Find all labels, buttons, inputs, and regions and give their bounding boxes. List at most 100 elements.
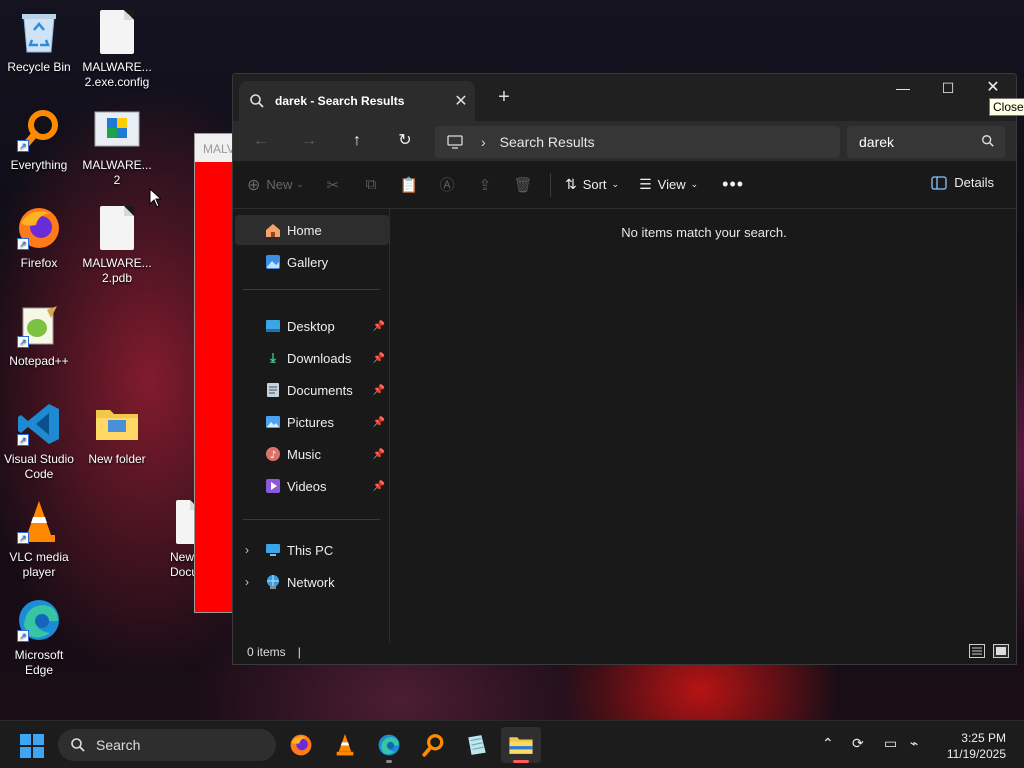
more-options-icon[interactable]: ••• [722,174,744,195]
music-icon: ♪ [265,446,281,462]
copy-icon[interactable]: ⧉ [352,176,390,193]
nav-item-desktop[interactable]: Desktop 📌 [235,311,389,341]
pin-icon[interactable]: 📌 [373,417,385,428]
nav-item-network[interactable]: › Network [235,567,389,597]
desktop-icon-recycle-bin[interactable]: Recycle Bin [0,8,78,75]
pin-icon[interactable]: 📌 [373,353,385,364]
taskbar-edge[interactable] [369,727,409,763]
nav-item-label: Documents [287,382,353,398]
desktop-icon-vscode[interactable]: ↗ Visual Studio Code [0,400,78,482]
nav-item-pictures[interactable]: Pictures 📌 [235,407,389,437]
desktop-icon-malware-pdb[interactable]: MALWARE... 2.pdb [78,204,156,286]
pin-icon[interactable]: 📌 [373,385,385,396]
taskbar-notepadpp[interactable] [457,727,497,763]
sort-button[interactable]: ⇅ Sort ⌄ [565,176,619,193]
clock-time: 3:25 PM [961,731,1006,745]
everything-search-icon [422,734,444,757]
search-icon[interactable] [981,134,995,148]
tab-search-results[interactable]: darek - Search Results ✕ [239,81,475,121]
start-button[interactable] [19,733,45,759]
details-button[interactable]: Details [931,175,994,190]
installer-icon [93,106,141,154]
monitor-icon [447,135,463,149]
nav-item-label: Home [287,222,322,238]
cut-icon[interactable]: ✂ [314,176,352,194]
network-disconnected-icon[interactable]: ⌁ [910,735,918,752]
nav-item-gallery[interactable]: Gallery [235,247,389,277]
nav-item-label: Videos [287,478,327,494]
desktop-icon-notepadpp[interactable]: ↗ Notepad++ [0,302,78,369]
chevron-right-icon[interactable]: › [245,575,249,589]
new-tab-button[interactable]: + [491,86,517,110]
desktop-folder-icon [265,318,281,334]
running-indicator [386,760,392,763]
details-pane-icon [931,175,947,190]
desktop-icon-label: MALWARE... 2.exe.config [82,60,152,89]
nav-item-label: Pictures [287,414,334,430]
new-button[interactable]: ⊕ New ⌄ [247,175,304,195]
firefox-icon: ↗ [15,204,63,252]
taskbar-everything[interactable] [413,727,453,763]
sync-icon[interactable]: ⟳ [852,735,864,752]
nav-item-label: Downloads [287,350,352,366]
pin-icon[interactable]: 📌 [373,481,385,492]
maximize-button[interactable]: ☐ [925,74,971,104]
desktop-icon-firefox[interactable]: ↗ Firefox [0,204,78,271]
edge-icon [378,734,400,756]
chevron-down-icon: ⌄ [611,179,620,189]
desktop-icon-edge[interactable]: ↗ Microsoft Edge [0,596,78,678]
system-clock[interactable]: 3:25 PM 11/19/2025 [947,730,1006,762]
nav-item-this-pc[interactable]: › This PC [235,535,389,565]
show-hidden-icons-icon[interactable]: ⌃ [822,735,834,752]
home-icon [265,222,281,238]
taskbar-firefox[interactable] [281,727,321,763]
display-icon[interactable]: ▭ [884,735,897,752]
tab-title: darek - Search Results [275,94,405,108]
taskbar: Search ⌃ ⟳ ▭ ⌁ 3:25 PM 11/19/2025 [0,720,1024,768]
nav-divider [243,289,380,290]
delete-icon[interactable]: 🗑 [504,176,542,194]
desktop-icon-vlc[interactable]: ↗ VLC media player [0,498,78,580]
nav-item-documents[interactable]: Documents 📌 [235,375,389,405]
nav-item-home[interactable]: Home [235,215,389,245]
view-button[interactable]: ☰ View ⌄ [639,176,698,193]
forward-button[interactable]: → [285,126,333,156]
desktop-icon-malware-config[interactable]: MALWARE... 2.exe.config [78,8,156,90]
details-view-icon[interactable] [969,644,985,658]
rename-icon[interactable]: Ⓐ [428,174,466,195]
refresh-button[interactable]: ↻ [381,126,429,156]
paste-icon[interactable]: 📋 [390,176,428,194]
desktop-icon-new-document[interactable]: New Docu [156,498,196,580]
close-tab-icon[interactable]: ✕ [447,91,475,111]
nav-item-label: Gallery [287,254,329,270]
desktop-icon-new-folder[interactable]: New folder [78,400,156,467]
search-input[interactable]: darek [847,126,1005,158]
nav-item-videos[interactable]: Videos 📌 [235,471,389,501]
back-button[interactable]: ← [237,126,285,156]
view-list-icon: ☰ [639,176,652,192]
everything-search-icon: ↗ [15,106,63,154]
taskbar-search[interactable]: Search [58,729,276,761]
chevron-down-icon: ⌄ [690,179,699,189]
desktop-icon-malware-exe[interactable]: MALWARE... 2 [78,106,156,188]
pin-icon[interactable]: 📌 [373,449,385,460]
navigation-bar: ← → ↑ ↻ › Search Results darek [233,121,1016,161]
nav-divider [243,519,380,520]
desktop-icon-label: New Docu [170,550,196,579]
address-bar[interactable]: › Search Results [435,126,840,158]
nav-item-downloads[interactable]: ⤓ Downloads 📌 [235,343,389,373]
tab-strip: darek - Search Results ✕ + — ☐ ✕ [233,74,1016,121]
taskbar-vlc[interactable] [325,727,365,763]
up-button[interactable]: ↑ [333,126,381,156]
network-icon [265,574,281,590]
pin-icon[interactable]: 📌 [373,321,385,332]
nav-item-music[interactable]: ♪ Music 📌 [235,439,389,469]
share-icon[interactable]: ⇪ [466,176,504,194]
documents-icon [265,382,281,398]
this-pc-icon [265,542,281,558]
chevron-right-icon[interactable]: › [245,543,249,557]
minimize-button[interactable]: — [880,74,926,104]
taskbar-file-explorer[interactable] [501,727,541,763]
desktop-icon-everything[interactable]: ↗ Everything [0,106,78,173]
large-icons-view-icon[interactable] [993,644,1009,658]
